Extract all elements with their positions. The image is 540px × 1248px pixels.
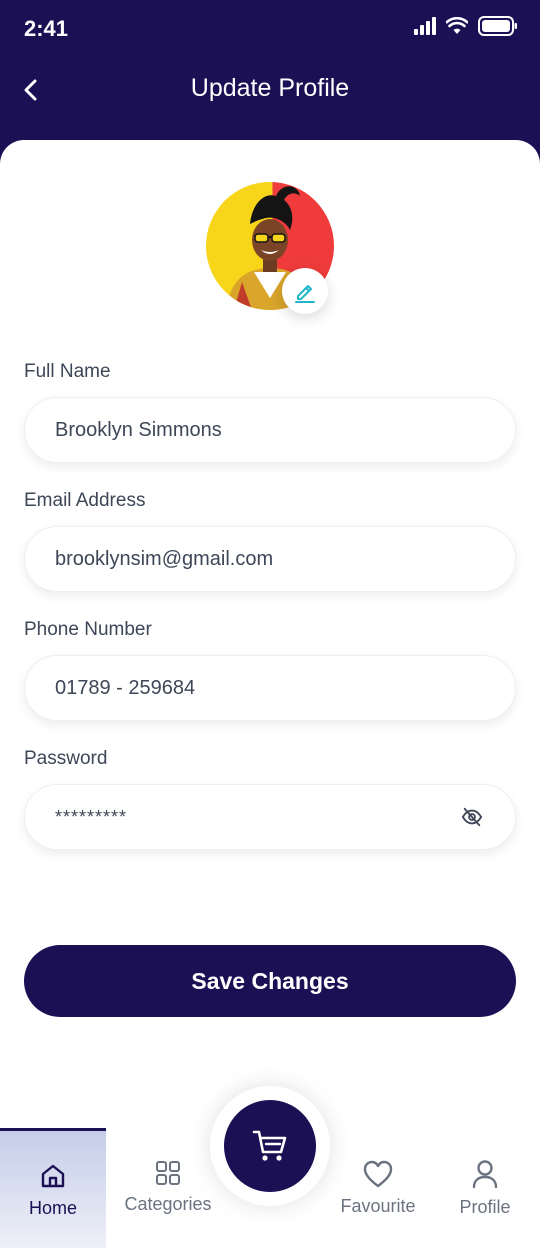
cart-button-ring bbox=[210, 1086, 330, 1206]
pencil-icon bbox=[295, 285, 315, 303]
user-icon bbox=[472, 1160, 498, 1189]
wifi-icon bbox=[446, 17, 468, 34]
nav-item-profile[interactable]: Profile bbox=[432, 1128, 538, 1248]
grid-icon bbox=[156, 1161, 180, 1185]
battery-icon bbox=[478, 16, 517, 36]
cart-button[interactable] bbox=[224, 1100, 316, 1192]
edit-avatar-button[interactable] bbox=[282, 268, 328, 314]
status-bar: 2:41 bbox=[0, 0, 540, 58]
email-input[interactable] bbox=[55, 547, 485, 571]
cart-icon bbox=[252, 1130, 287, 1161]
nav-label-categories: Categories bbox=[124, 1194, 212, 1214]
avatar-container bbox=[206, 182, 334, 314]
status-icons bbox=[414, 16, 518, 36]
header: Update Profile bbox=[0, 58, 540, 138]
profile-form-sheet: Full Name Email Address Phone Number Pas… bbox=[0, 140, 540, 1248]
phone-label: Phone Number bbox=[24, 619, 152, 640]
home-icon bbox=[41, 1164, 65, 1188]
nav-label-favourite: Favourite bbox=[340, 1196, 416, 1216]
password-field[interactable]: ********* bbox=[24, 784, 516, 850]
heart-icon bbox=[363, 1160, 393, 1188]
email-label: Email Address bbox=[24, 490, 146, 511]
nav-label-profile: Profile bbox=[459, 1197, 511, 1217]
signal-icon bbox=[414, 17, 436, 35]
full-name-label: Full Name bbox=[24, 361, 111, 382]
password-label: Password bbox=[24, 748, 108, 769]
status-time: 2:41 bbox=[24, 16, 69, 41]
nav-item-favourite[interactable]: Favourite bbox=[325, 1128, 431, 1248]
phone-input[interactable] bbox=[55, 676, 485, 700]
email-field[interactable] bbox=[24, 526, 516, 592]
eye-off-icon bbox=[461, 807, 483, 827]
nav-label-home: Home bbox=[28, 1198, 77, 1218]
toggle-password-visibility-button[interactable] bbox=[459, 804, 485, 830]
nav-item-home[interactable]: Home bbox=[0, 1128, 106, 1248]
password-value[interactable]: ********* bbox=[55, 807, 459, 828]
full-name-field[interactable] bbox=[24, 397, 516, 463]
full-name-input[interactable] bbox=[55, 418, 485, 442]
save-changes-button[interactable]: Save Changes bbox=[24, 945, 516, 1017]
nav-item-categories[interactable]: Categories bbox=[115, 1128, 221, 1248]
page-title: Update Profile bbox=[190, 74, 350, 102]
phone-field[interactable] bbox=[24, 655, 516, 721]
